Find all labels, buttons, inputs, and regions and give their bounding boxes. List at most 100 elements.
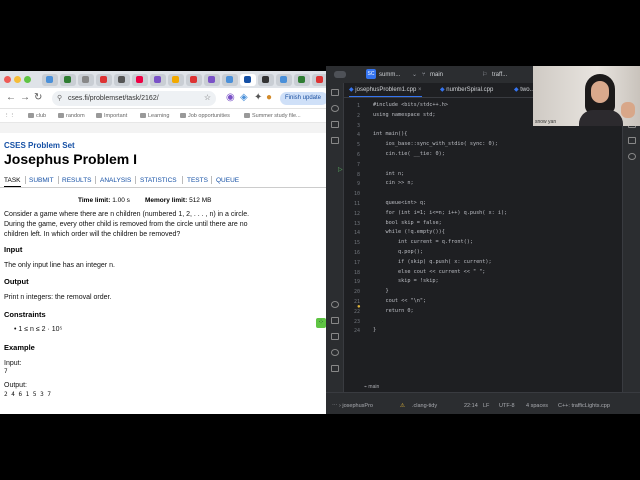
menu-statistics[interactable]: STATISTICS — [140, 176, 177, 186]
run-tool-icon[interactable] — [331, 301, 339, 308]
browser-tab[interactable] — [168, 74, 184, 86]
bookmark-job-opportunities[interactable]: Job opportunities — [180, 112, 230, 120]
folder-icon — [244, 113, 250, 119]
menu-separator — [25, 176, 26, 184]
terminal-tool-icon[interactable] — [331, 333, 339, 340]
browser-tab[interactable] — [204, 74, 220, 86]
menu-separator — [95, 176, 96, 184]
reload-icon[interactable]: ↻ — [34, 92, 42, 104]
output-text: Print n integers: the removal order. — [4, 294, 112, 301]
commit-tool-icon[interactable] — [331, 105, 339, 112]
code-line: int main(){ — [373, 131, 408, 138]
line-number: 20 — [353, 289, 360, 296]
bookmark-club[interactable]: club — [28, 112, 46, 120]
indent-setting[interactable]: 4 spaces — [526, 402, 548, 410]
browser-tab[interactable] — [258, 74, 274, 86]
more-tools-icon[interactable] — [331, 137, 339, 144]
code-line: } — [373, 327, 377, 334]
project-tool-icon[interactable] — [331, 89, 339, 96]
gradle-icon[interactable] — [628, 137, 636, 144]
browser-tab[interactable] — [96, 74, 112, 86]
input-heading: Input — [4, 245, 23, 254]
site-info-icon[interactable]: ⚲ — [57, 93, 62, 104]
git-tool-icon[interactable] — [331, 365, 339, 372]
extension-icon[interactable]: ◈ — [240, 92, 248, 104]
menu-tests[interactable]: TESTS — [187, 176, 208, 186]
extensions-puzzle-icon[interactable]: ✦ — [254, 92, 262, 104]
code-line: cin >> n; — [373, 180, 414, 187]
debug-tool-icon[interactable] — [331, 317, 339, 324]
menu-analysis[interactable]: ANALYSIS — [100, 176, 131, 186]
window-controls[interactable] — [334, 71, 346, 78]
menu-results[interactable]: RESULTS — [62, 176, 92, 186]
clang-tidy-status[interactable]: .clang-tidy — [412, 402, 437, 410]
line-number: 23 — [353, 318, 360, 325]
editor-tab[interactable]: ◆ numberSpiral.cpp — [440, 86, 493, 94]
code-line: using namespace std; — [373, 111, 436, 118]
cpp-file-icon: ◆ — [514, 87, 519, 93]
chevron-down-icon[interactable]: ⌄ — [412, 71, 417, 79]
breadcrumb[interactable]: ⋯ › josephusPro — [332, 402, 373, 410]
browser-tab[interactable] — [60, 74, 76, 86]
settings-icon[interactable] — [628, 153, 636, 160]
browser-tab[interactable] — [132, 74, 148, 86]
code-editor[interactable]: 1 #include <bits/stdc++.h> 2 using namespac… — [338, 98, 622, 392]
back-icon[interactable]: ← — [6, 92, 16, 104]
bookmark-random[interactable]: random — [58, 112, 85, 120]
minimize-window-button[interactable] — [14, 76, 21, 83]
run-gutter-icon[interactable]: ▷ — [338, 166, 343, 173]
line-number: 13 — [353, 220, 360, 227]
editor-tab-active[interactable]: ◆ josephusProblem1.cpp × — [349, 86, 422, 97]
browser-tab-active[interactable] — [240, 74, 256, 86]
menu-task[interactable]: TASK — [4, 176, 21, 187]
resolve-context[interactable]: C++: trafficLights.cpp — [558, 402, 610, 410]
problems-tool-icon[interactable] — [331, 349, 339, 356]
structure-tool-icon[interactable] — [331, 121, 339, 128]
floating-grid-icon[interactable]: ⁘ — [316, 318, 326, 328]
menu-queue[interactable]: QUEUE — [216, 176, 239, 186]
browser-tab[interactable] — [222, 74, 238, 86]
warning-icon[interactable]: ⚠ — [400, 402, 405, 410]
menu-separator — [135, 176, 136, 184]
browser-tab[interactable] — [276, 74, 292, 86]
address-bar[interactable]: ⚲ cses.fi/problemset/task/2162/ ☆ — [52, 91, 216, 106]
profile-avatar-icon[interactable]: ● — [266, 92, 272, 104]
bulb-icon[interactable]: ● — [357, 304, 361, 310]
menu-submit[interactable]: SUBMIT — [29, 176, 54, 186]
browser-tab[interactable] — [294, 74, 310, 86]
browser-tab[interactable] — [150, 74, 166, 86]
line-number: 19 — [353, 279, 360, 286]
code-line: if (skip) q.push( x: current); — [373, 258, 492, 265]
site-title-link[interactable]: CSES Problem Set — [4, 141, 75, 150]
file-encoding[interactable]: UTF-8 — [499, 402, 515, 410]
finish-update-button[interactable]: Finish update — [280, 92, 328, 105]
code-line: cin.tie( __tie: 0); — [373, 151, 445, 157]
browser-tab[interactable] — [114, 74, 130, 86]
project-name[interactable]: summ... — [379, 71, 400, 79]
bookmark-important[interactable]: Important — [96, 112, 127, 120]
run-config-name[interactable]: traff... — [492, 71, 507, 79]
caret-position[interactable]: 22:14 — [464, 402, 478, 410]
cpp-file-icon: ◆ — [349, 87, 354, 93]
line-ending[interactable]: LF — [483, 402, 489, 410]
line-number: 4 — [356, 132, 360, 139]
browser-tab[interactable] — [42, 74, 58, 86]
bookmark-learning[interactable]: Learning — [140, 112, 169, 120]
branch-name[interactable]: main — [430, 71, 443, 79]
forward-icon[interactable]: → — [20, 92, 30, 104]
bookmark-summer-study[interactable]: Summer study file... — [244, 112, 301, 120]
time-limit: Time limit: 1.00 s — [78, 197, 130, 204]
line-number: 8 — [356, 171, 360, 178]
editor-tab[interactable]: ◆ two... — [514, 86, 535, 94]
code-line: queue<int> q; — [373, 200, 427, 206]
webcam-label: snow yan — [535, 119, 557, 125]
browser-tab[interactable] — [78, 74, 94, 86]
close-tab-icon[interactable]: × — [418, 87, 422, 93]
constraints-heading: Constraints — [4, 310, 46, 319]
extension-icon[interactable]: ◉ — [226, 92, 235, 104]
close-window-button[interactable] — [4, 76, 11, 83]
browser-tab[interactable] — [186, 74, 202, 86]
apps-icon[interactable]: ⋮⋮ — [4, 112, 15, 120]
maximize-window-button[interactable] — [24, 76, 31, 83]
bookmark-star-icon[interactable]: ☆ — [204, 92, 211, 104]
